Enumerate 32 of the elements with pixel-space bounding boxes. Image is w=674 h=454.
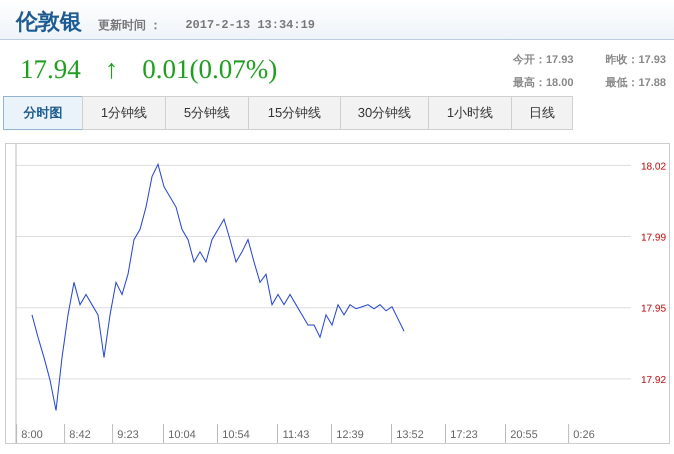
timeframe-tab[interactable]: 15分钟线	[248, 96, 341, 130]
y-axis-label: 17.95	[641, 304, 666, 315]
stat-text: 今开：17.93	[512, 53, 574, 68]
timeframe-tab[interactable]: 5分钟线	[165, 96, 249, 130]
x-axis-label: 10:54	[222, 429, 250, 441]
stat-text: 最高：18.00	[512, 76, 574, 90]
stat-text: 最低：17.88	[605, 76, 666, 90]
update-time: 2017-2-13 13:34:19	[185, 19, 315, 31]
x-axis-label: 13:52	[396, 429, 424, 441]
x-axis-label: 9:23	[117, 429, 139, 441]
page-title: 伦敦银	[16, 11, 82, 33]
timeframe-tab[interactable]: 日线	[511, 96, 573, 130]
x-axis-label: 8:00	[21, 429, 43, 441]
x-axis-label: 11:43	[282, 429, 310, 441]
x-axis-label: 17:23	[450, 429, 478, 441]
timeframe-tab[interactable]: 1分钟线	[82, 96, 166, 130]
x-axis-label: 12:39	[336, 429, 364, 441]
timeframe-tab[interactable]: 30分钟线	[340, 96, 429, 130]
timeframe-tab[interactable]: 分时图	[3, 96, 83, 130]
x-axis-label: 20:55	[510, 429, 538, 441]
price-change: 0.01(0.07%)	[142, 56, 278, 83]
y-axis-label: 17.92	[641, 374, 666, 386]
stat-text: 昨收：17.93	[605, 53, 666, 68]
y-axis-label: 17.99	[641, 232, 666, 244]
update-label: 更新时间 ：	[98, 19, 162, 31]
x-axis-label: 0:26	[573, 429, 595, 441]
change-arrow: ↑	[104, 56, 118, 83]
price-value: 17.94	[20, 56, 81, 83]
timeframe-tab[interactable]: 1小时线	[428, 96, 512, 130]
x-axis-label: 10:04	[168, 429, 196, 441]
x-axis-label: 8:42	[69, 429, 91, 441]
y-axis-label: 18.02	[641, 161, 666, 172]
